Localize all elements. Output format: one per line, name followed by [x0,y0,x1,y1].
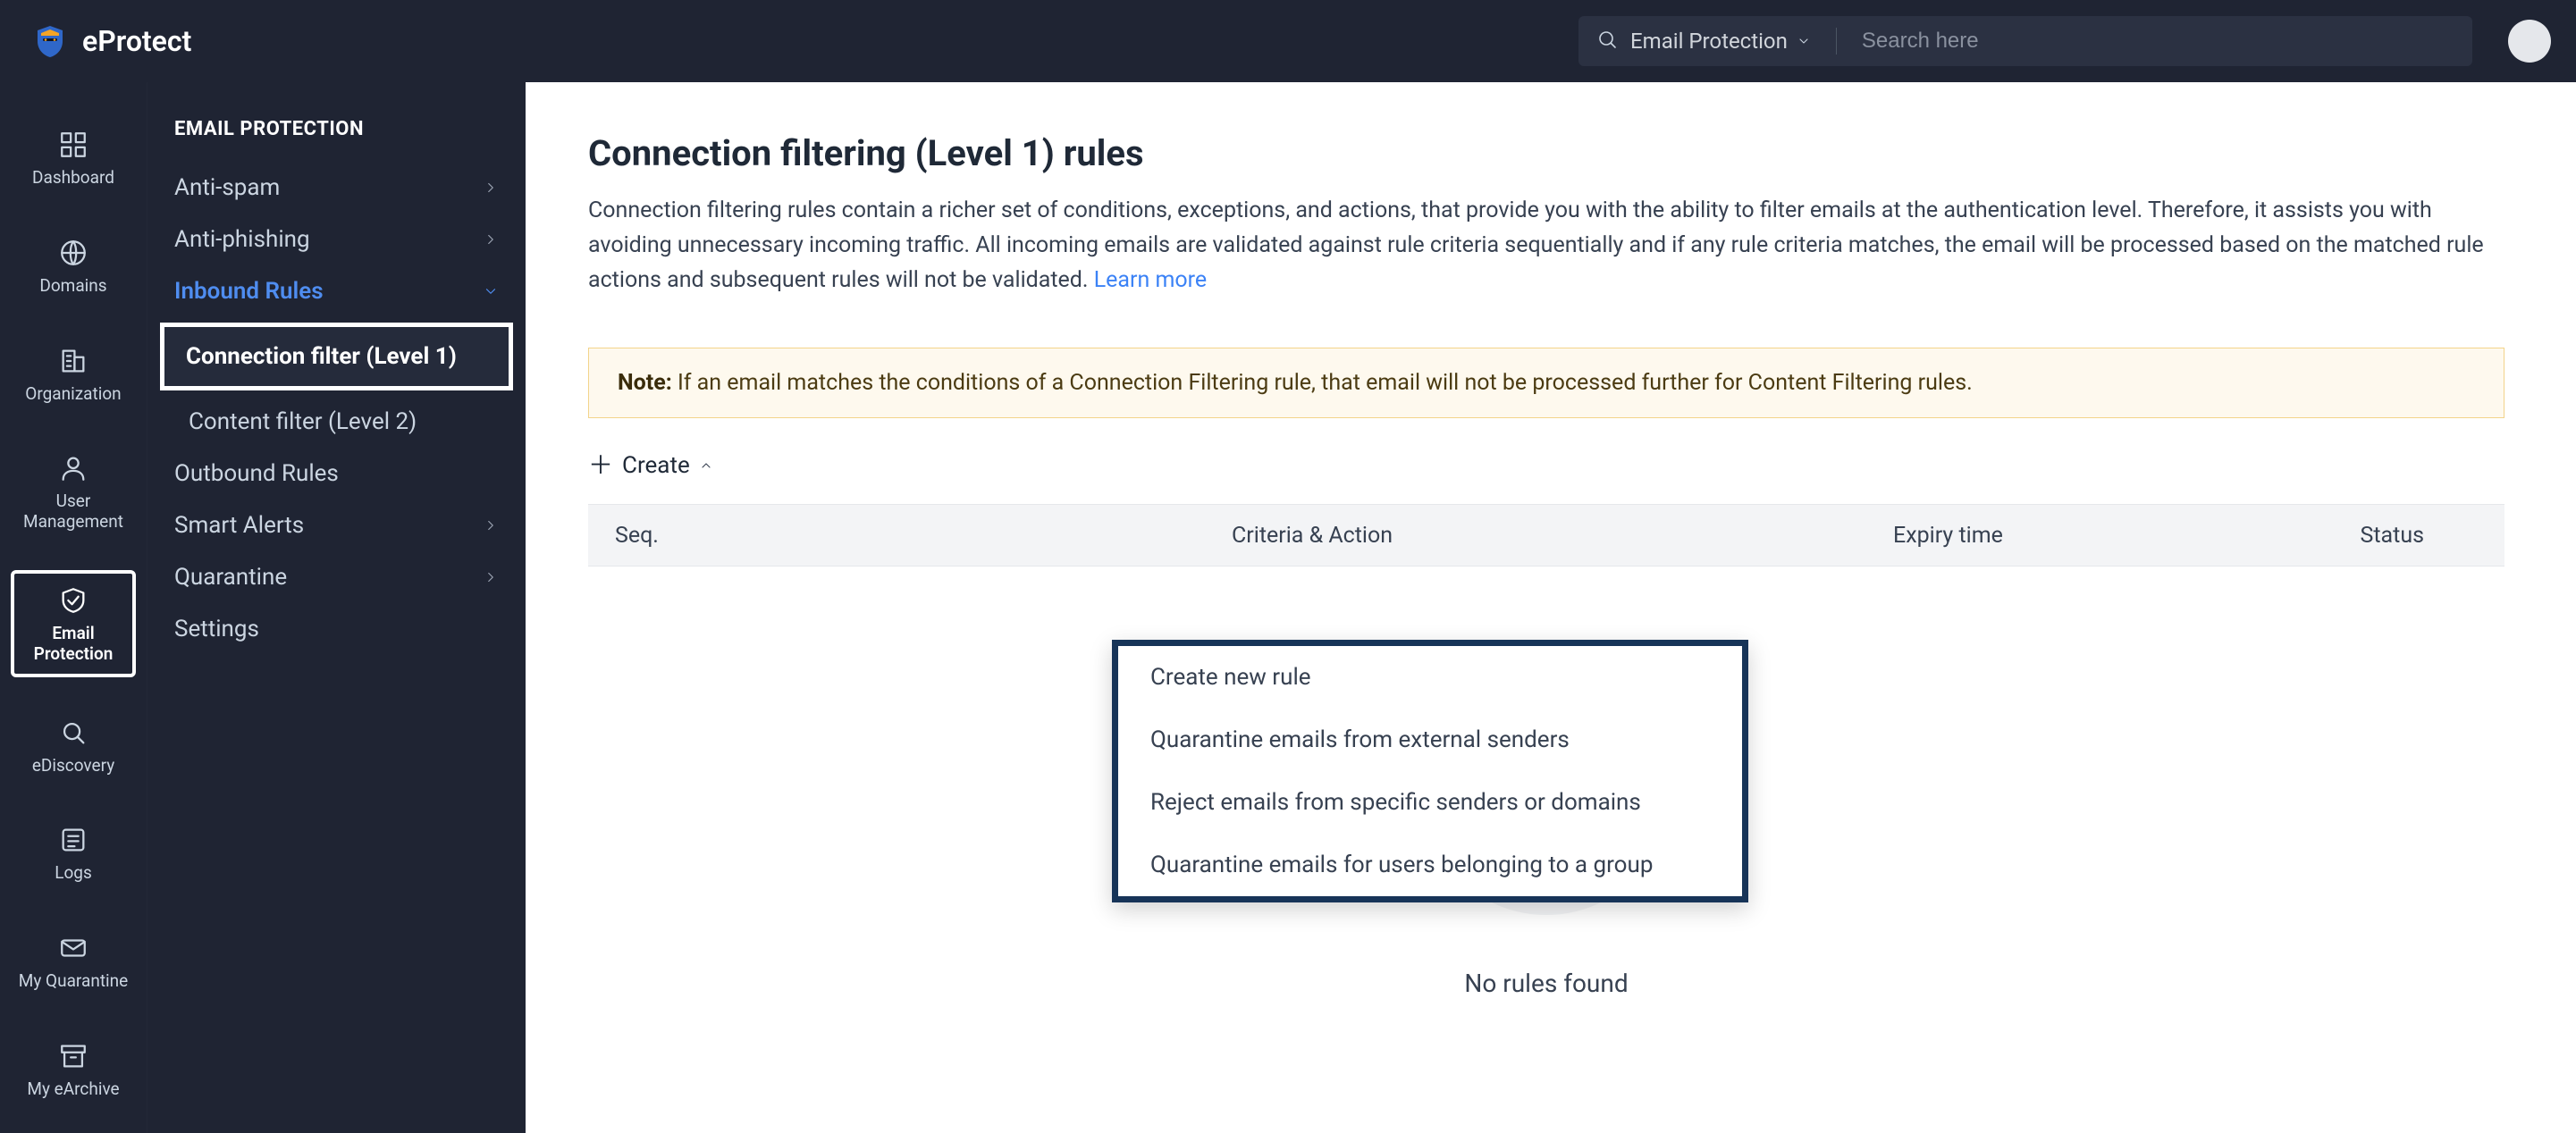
secnav-item-label: Quarantine [174,564,287,591]
rail-nav: Dashboard Domains Organization User Mana… [0,82,147,1133]
note-label: Note: [618,370,672,396]
rail-item-domains[interactable]: Domains [11,226,136,306]
chevron-right-icon [483,231,499,248]
learn-more-link[interactable]: Learn more [1094,267,1207,293]
table-header: Seq. Criteria & Action Expiry time Statu… [588,504,2504,566]
search-scope-dropdown[interactable]: Email Protection [1630,29,1811,54]
rail-label: Organization [25,384,121,405]
secnav-item-settings[interactable]: Settings [147,603,526,655]
create-menu-new-rule[interactable]: Create new rule [1118,646,1742,709]
plus-icon: ＋ [588,453,613,478]
page-title: Connection filtering (Level 1) rules [588,132,2504,174]
secnav-item-label: Outbound Rules [174,460,339,487]
rail-label: Email Protection [18,624,129,665]
secnav-sub-label: Connection filter (Level 1) [186,343,457,370]
create-label: Create [622,452,690,479]
divider [1836,28,1837,55]
globe-icon [55,235,91,271]
search-group[interactable]: Email Protection [1578,16,2472,66]
rail-item-dashboard[interactable]: Dashboard [11,118,136,197]
note-text: If an email matches the conditions of a … [678,370,1973,396]
chevron-down-icon [483,283,499,299]
note-banner: Note: If an email matches the conditions… [588,348,2504,418]
secnav-item-antispam[interactable]: Anti-spam [147,162,526,214]
archive-icon [55,1038,91,1074]
chevron-up-icon [699,458,713,473]
secnav-item-label: Anti-spam [174,174,280,201]
avatar[interactable] [2508,20,2551,63]
main-content: Connection filtering (Level 1) rules Con… [526,82,2576,1133]
rail-label: User Management [14,491,132,533]
rail-item-my-quarantine[interactable]: My Quarantine [11,921,136,1001]
mail-block-icon [55,930,91,966]
brand: eProtect [32,23,191,59]
th-status: Status [2361,523,2424,549]
secnav-sub-content-filter[interactable]: Content filter (Level 2) [147,396,526,448]
secnav-item-label: Smart Alerts [174,512,304,539]
dashboard-icon [55,127,91,163]
secnav-item-outbound-rules[interactable]: Outbound Rules [147,448,526,499]
create-menu-quarantine-external[interactable]: Quarantine emails from external senders [1118,709,1742,771]
create-button[interactable]: ＋ Create [588,443,2504,488]
rail-label: eDiscovery [32,756,114,776]
rail-item-my-earchive[interactable]: My eArchive [11,1029,136,1109]
create-dropdown: Create new rule Quarantine emails from e… [1112,640,1748,902]
create-menu-reject-senders[interactable]: Reject emails from specific senders or d… [1118,771,1742,834]
rail-item-email-protection[interactable]: Email Protection [11,570,136,677]
page-description-text: Connection filtering rules contain a ric… [588,197,2484,293]
secnav-item-label: Anti-phishing [174,226,310,253]
rail-item-ediscovery[interactable]: eDiscovery [11,706,136,785]
shield-icon [55,583,91,618]
secnav-item-smart-alerts[interactable]: Smart Alerts [147,499,526,551]
secnav-item-label: Inbound Rules [174,278,324,305]
brand-name: eProtect [82,24,191,58]
create-menu-quarantine-group[interactable]: Quarantine emails for users belonging to… [1118,834,1742,896]
rail-label: My eArchive [27,1079,119,1100]
topbar: eProtect Email Protection [0,0,2576,82]
secnav-item-inbound-rules[interactable]: Inbound Rules [147,265,526,317]
brand-logo-icon [32,23,68,59]
page-description: Connection filtering rules contain a ric… [588,194,2504,298]
secnav-sub-label: Content filter (Level 2) [189,408,417,435]
user-icon [55,450,91,486]
th-expiry: Expiry time [1893,523,2269,549]
rail-label: My Quarantine [19,971,128,992]
th-criteria: Criteria & Action [1232,523,1857,549]
chevron-right-icon [483,569,499,585]
rail-item-organization[interactable]: Organization [11,334,136,414]
search-scope-label: Email Protection [1630,29,1788,54]
rail-item-user-management[interactable]: User Management [11,441,136,541]
rail-item-logs[interactable]: Logs [11,813,136,893]
secondary-nav-title: EMAIL PROTECTION [147,109,526,162]
building-icon [55,343,91,379]
chevron-down-icon [1797,34,1811,48]
secnav-sub-connection-filter[interactable]: Connection filter (Level 1) [160,323,513,390]
rail-label: Domains [39,276,106,297]
th-seq: Seq. [615,523,695,549]
secnav-item-label: Settings [174,616,259,642]
rail-label: Dashboard [32,168,114,189]
search-input[interactable] [1862,29,2454,54]
search-icon [1596,29,1618,54]
secnav-item-quarantine[interactable]: Quarantine [147,551,526,603]
search-doc-icon [55,715,91,751]
empty-text: No rules found [1464,969,1628,998]
chevron-right-icon [483,517,499,533]
secondary-nav: EMAIL PROTECTION Anti-spam Anti-phishing… [147,82,526,1133]
chevron-right-icon [483,180,499,196]
secnav-item-antiphishing[interactable]: Anti-phishing [147,214,526,265]
logs-icon [55,822,91,858]
rail-label: Logs [55,863,92,884]
